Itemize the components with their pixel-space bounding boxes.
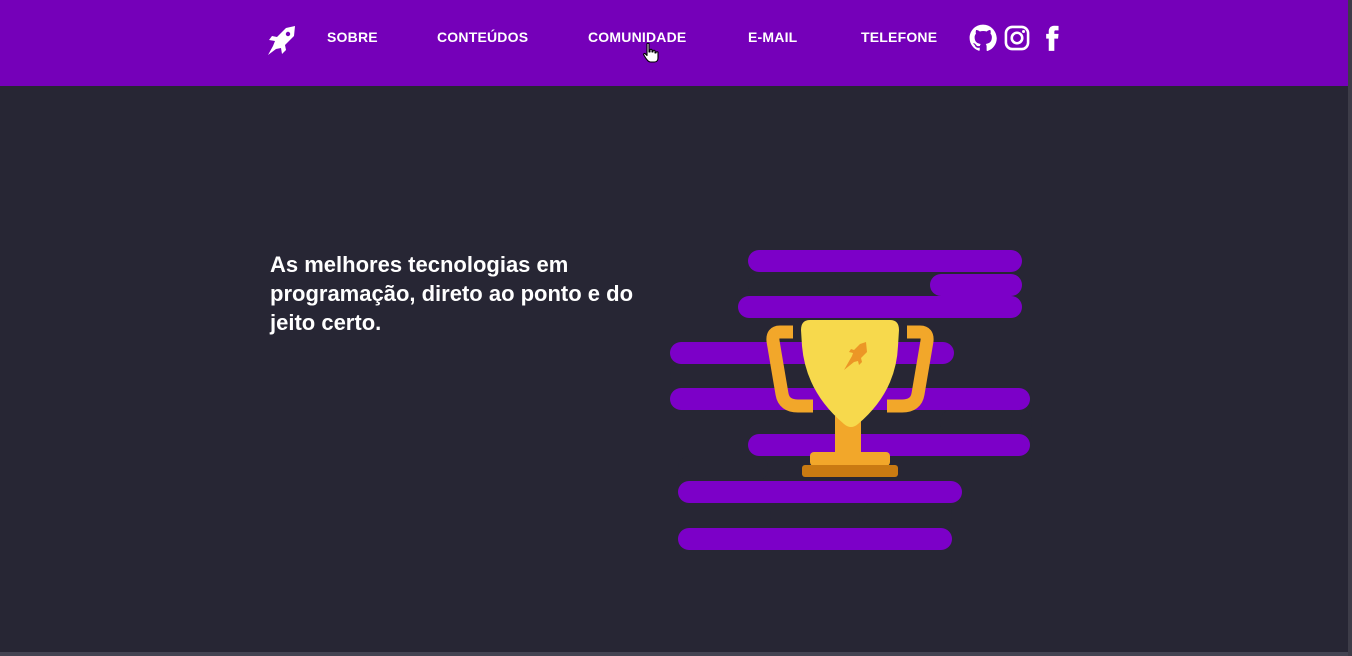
nav-telefone[interactable]: TELEFONE [861, 29, 937, 45]
top-header: SOBRE CONTEÚDOS COMUNIDADE E-MAIL TELEFO… [0, 0, 1352, 86]
github-icon[interactable] [969, 24, 997, 52]
instagram-icon[interactable] [1003, 24, 1031, 52]
page-bottom-edge [0, 652, 1352, 656]
nav-email[interactable]: E-MAIL [748, 29, 797, 45]
nav-comunidade[interactable]: COMUNIDADE [588, 29, 686, 45]
hero-line-2: programação, direto ao ponto e do [270, 281, 634, 306]
hero-line-3: jeito certo. [270, 310, 382, 335]
window-right-edge [1348, 0, 1352, 656]
hand-cursor-icon [643, 42, 659, 63]
nav-conteudos[interactable]: CONTEÚDOS [437, 29, 528, 45]
trophy-illustration [670, 250, 1032, 550]
nav-sobre[interactable]: SOBRE [327, 29, 378, 45]
hero-headline: As melhores tecnologias em programação, … [270, 250, 670, 337]
hero-line-1: As melhores tecnologias em [270, 252, 569, 277]
facebook-icon[interactable] [1038, 24, 1066, 52]
rocket-logo-icon[interactable] [266, 24, 298, 58]
